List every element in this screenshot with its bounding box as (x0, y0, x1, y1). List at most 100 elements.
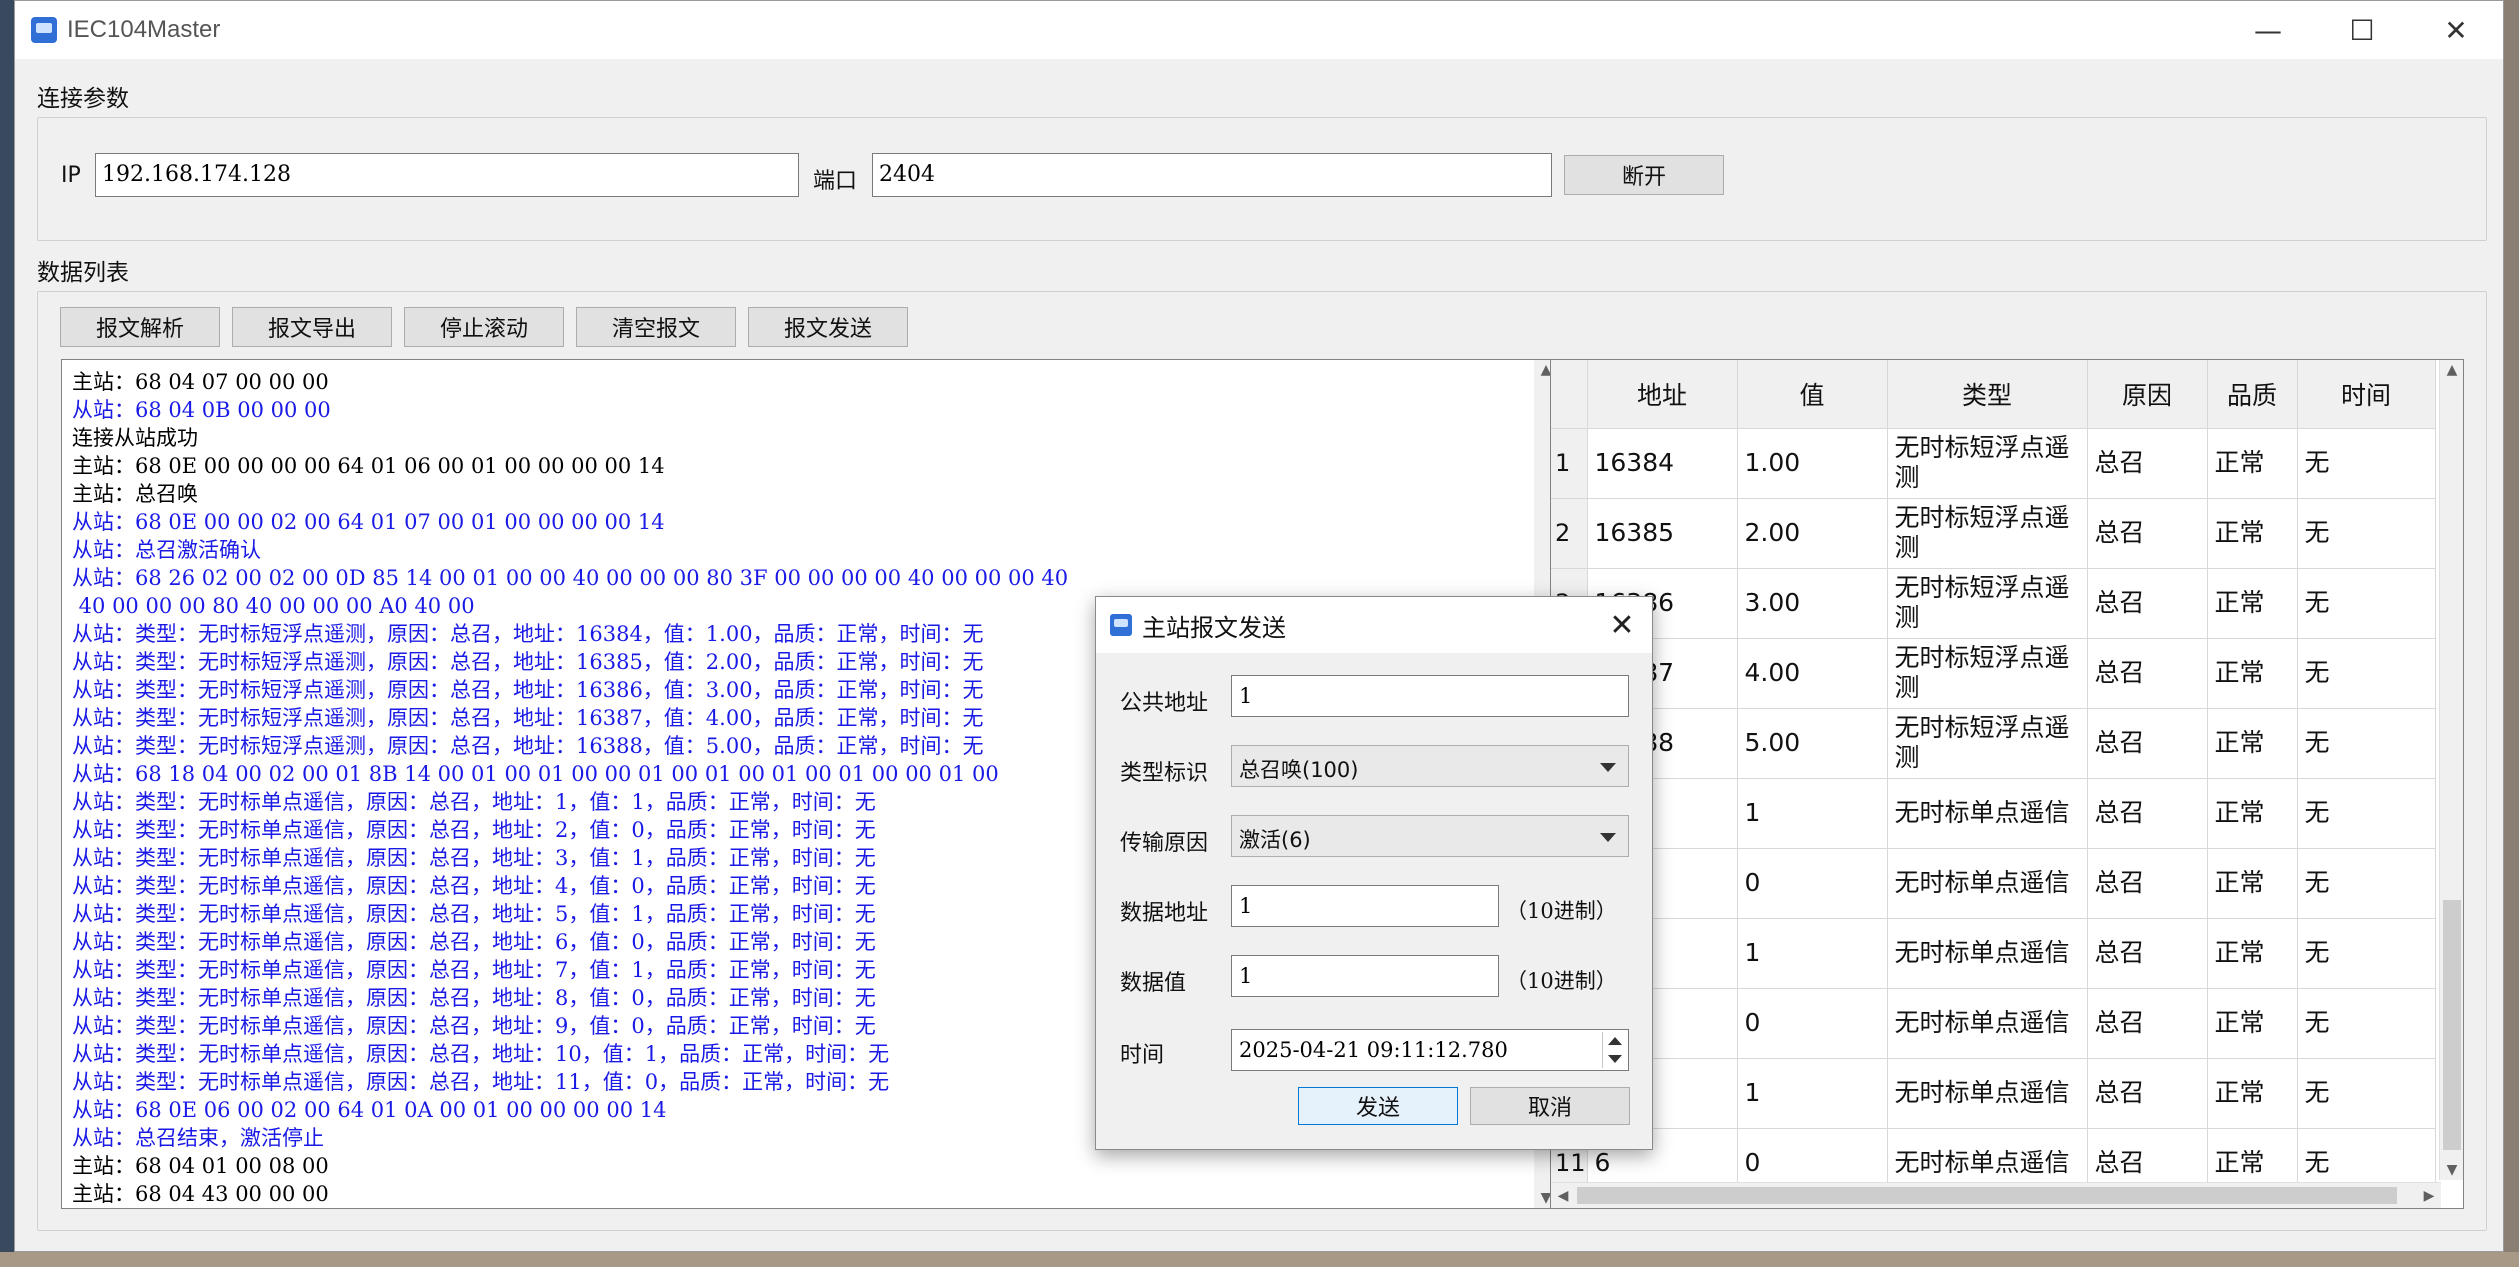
cell-quality[interactable]: 正常 (2207, 1058, 2298, 1129)
table-row[interactable]: 4163874.00无时标短浮点遥测总召正常无 (1551, 638, 2436, 709)
table-row[interactable]: 611无时标单点遥信总召正常无 (1551, 778, 2436, 849)
minimize-button[interactable]: — (2221, 1, 2315, 59)
column-header-quality[interactable]: 品质 (2207, 360, 2298, 429)
cell-value[interactable]: 0 (1737, 848, 1888, 919)
cell-value[interactable]: 1 (1737, 1058, 1888, 1129)
column-header-value[interactable]: 值 (1737, 360, 1888, 429)
cell-cause[interactable]: 总召 (2087, 638, 2208, 709)
row-number[interactable]: 2 (1551, 498, 1588, 569)
column-header-cause[interactable]: 原因 (2087, 360, 2208, 429)
table-scroll-up-arrow-icon[interactable]: ▲ (2440, 362, 2463, 378)
cell-type[interactable]: 无时标单点遥信 (1887, 848, 2088, 919)
cell-type[interactable]: 无时标短浮点遥测 (1887, 428, 2088, 499)
cell-cause[interactable]: 总召 (2087, 428, 2208, 499)
dialog-title-bar[interactable]: 主站报文发送 ✕ (1096, 597, 1652, 653)
cell-cause[interactable]: 总召 (2087, 498, 2208, 569)
column-header-time[interactable]: 时间 (2297, 360, 2436, 429)
export-message-button[interactable]: 报文导出 (232, 307, 392, 347)
table-scroll-left-arrow-icon[interactable]: ◀ (1555, 1188, 1571, 1204)
cell-time[interactable]: 无 (2297, 778, 2436, 849)
cell-address[interactable]: 16384 (1587, 428, 1738, 499)
cell-time[interactable]: 无 (2297, 848, 2436, 919)
table-row[interactable]: 5163885.00无时标短浮点遥测总召正常无 (1551, 708, 2436, 779)
maximize-button[interactable]: ☐ (2315, 1, 2409, 59)
cell-cause[interactable]: 总召 (2087, 848, 2208, 919)
table-row[interactable]: 720无时标单点遥信总召正常无 (1551, 848, 2436, 919)
dialog-close-button[interactable]: ✕ (1602, 605, 1642, 645)
cell-quality[interactable]: 正常 (2207, 988, 2298, 1059)
cell-value[interactable]: 2.00 (1737, 498, 1888, 569)
table-row[interactable]: 940无时标单点遥信总召正常无 (1551, 988, 2436, 1059)
cell-value[interactable]: 3.00 (1737, 568, 1888, 639)
table-row[interactable]: 831无时标单点遥信总召正常无 (1551, 918, 2436, 989)
cell-cause[interactable]: 总召 (2087, 778, 2208, 849)
data-address-field[interactable]: 1 (1231, 885, 1499, 927)
table-row[interactable]: 1051无时标单点遥信总召正常无 (1551, 1058, 2436, 1129)
cell-cause[interactable]: 总召 (2087, 918, 2208, 989)
disconnect-button[interactable]: 断开 (1564, 155, 1724, 195)
table-horizontal-scrollbar[interactable]: ◀ ▶ (1551, 1182, 2441, 1208)
spin-up-icon[interactable] (1608, 1037, 1622, 1045)
cell-time[interactable]: 无 (2297, 988, 2436, 1059)
cell-type[interactable]: 无时标短浮点遥测 (1887, 498, 2088, 569)
clear-message-button[interactable]: 清空报文 (576, 307, 736, 347)
cell-time[interactable]: 无 (2297, 498, 2436, 569)
cause-select[interactable]: 激活(6) (1231, 815, 1629, 857)
cell-value[interactable]: 1 (1737, 918, 1888, 989)
table-scroll-thumb[interactable] (2443, 900, 2461, 1150)
cell-type[interactable]: 无时标单点遥信 (1887, 988, 2088, 1059)
table-row[interactable]: 3163863.00无时标短浮点遥测总召正常无 (1551, 568, 2436, 639)
send-message-button[interactable]: 报文发送 (748, 307, 908, 347)
parse-message-button[interactable]: 报文解析 (60, 307, 220, 347)
common-address-field[interactable]: 1 (1231, 675, 1629, 717)
close-button[interactable]: ✕ (2409, 1, 2503, 59)
table-row[interactable]: 1 16384 1.00 无时标短浮点遥测 总召 正常无 (1551, 428, 2436, 499)
cell-time[interactable]: 无 (2297, 638, 2436, 709)
send-button[interactable]: 发送 (1298, 1087, 1458, 1125)
spin-down-icon[interactable] (1608, 1055, 1622, 1063)
cell-value[interactable]: 1 (1737, 778, 1888, 849)
table-scroll-down-arrow-icon[interactable]: ▼ (2440, 1162, 2463, 1178)
table-row[interactable]: 2 16385 2.00 无时标短浮点遥测 总召 正常无 (1551, 498, 2436, 569)
cell-cause[interactable]: 总召 (2087, 708, 2208, 779)
cell-value[interactable]: 5.00 (1737, 708, 1888, 779)
time-field[interactable]: 2025-04-21 09:11:12.780 (1231, 1029, 1629, 1071)
cell-type[interactable]: 无时标单点遥信 (1887, 918, 2088, 989)
ip-field[interactable]: 192.168.174.128 (95, 153, 799, 197)
cell-quality[interactable]: 正常 (2207, 428, 2298, 499)
cell-time[interactable]: 无 (2297, 1058, 2436, 1129)
data-table-view[interactable]: 地址 值 类型 原因 品质 时间 1 16384 1.00 无时标短浮点遥测 总召 正常无… (1550, 359, 2464, 1209)
cell-time[interactable]: 无 (2297, 918, 2436, 989)
column-header-address[interactable]: 地址 (1587, 360, 1738, 429)
cell-address[interactable]: 16385 (1587, 498, 1738, 569)
cell-type[interactable]: 无时标单点遥信 (1887, 778, 2088, 849)
cell-cause[interactable]: 总召 (2087, 568, 2208, 639)
data-value-field[interactable]: 1 (1231, 955, 1499, 997)
time-spinner[interactable] (1602, 1032, 1626, 1068)
cell-quality[interactable]: 正常 (2207, 638, 2298, 709)
cell-time[interactable]: 无 (2297, 428, 2436, 499)
cell-type[interactable]: 无时标短浮点遥测 (1887, 638, 2088, 709)
stop-scroll-button[interactable]: 停止滚动 (404, 307, 564, 347)
table-scroll-right-arrow-icon[interactable]: ▶ (2421, 1188, 2437, 1204)
cell-type[interactable]: 无时标单点遥信 (1887, 1058, 2088, 1129)
port-field[interactable]: 2404 (872, 153, 1552, 197)
cell-value[interactable]: 4.00 (1737, 638, 1888, 709)
cell-quality[interactable]: 正常 (2207, 848, 2298, 919)
table-vertical-scrollbar[interactable]: ▲ ▼ (2439, 360, 2463, 1180)
title-bar[interactable]: IEC104Master — ☐ ✕ (15, 1, 2503, 59)
type-id-select[interactable]: 总召唤(100) (1231, 745, 1629, 787)
cell-value[interactable]: 0 (1737, 988, 1888, 1059)
cell-quality[interactable]: 正常 (2207, 568, 2298, 639)
cell-quality[interactable]: 正常 (2207, 498, 2298, 569)
cell-cause[interactable]: 总召 (2087, 988, 2208, 1059)
cell-time[interactable]: 无 (2297, 708, 2436, 779)
column-header-type[interactable]: 类型 (1887, 360, 2088, 429)
cell-cause[interactable]: 总召 (2087, 1058, 2208, 1129)
cell-quality[interactable]: 正常 (2207, 708, 2298, 779)
cell-quality[interactable]: 正常 (2207, 918, 2298, 989)
row-number[interactable]: 1 (1551, 428, 1588, 499)
cell-type[interactable]: 无时标短浮点遥测 (1887, 708, 2088, 779)
cell-value[interactable]: 1.00 (1737, 428, 1888, 499)
cell-quality[interactable]: 正常 (2207, 778, 2298, 849)
